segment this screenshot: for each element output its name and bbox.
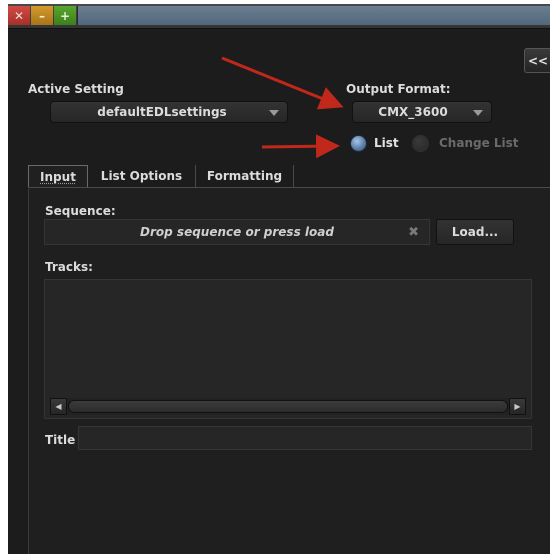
close-window-button[interactable]: ✕	[8, 6, 30, 25]
triangle-left-icon: ◀	[55, 402, 62, 411]
triangle-right-icon: ▶	[514, 402, 521, 411]
sequence-label: Sequence:	[45, 204, 116, 218]
tab-formatting[interactable]: Formatting	[196, 165, 294, 187]
tab-list-options[interactable]: List Options	[88, 165, 196, 187]
load-button[interactable]: Load...	[436, 219, 514, 245]
active-setting-label: Active Setting	[28, 82, 124, 96]
tab-formatting-label: Formatting	[206, 169, 283, 183]
title-input[interactable]	[78, 426, 532, 450]
titlebar: ✕ – +	[8, 4, 550, 29]
edl-export-window: ✕ – + << Active Setting defaultEDLsettin…	[8, 4, 550, 554]
annotation-arrow-list-radio	[261, 134, 340, 159]
tab-input[interactable]: Input	[28, 165, 88, 187]
tracks-label: Tracks:	[45, 260, 93, 274]
sequence-placeholder: Drop sequence or press load	[140, 225, 334, 239]
scroll-right-button[interactable]: ▶	[509, 398, 526, 415]
title-strip[interactable]	[77, 6, 550, 25]
tab-list-options-label: List Options	[100, 169, 183, 183]
list-radio-label: List	[374, 136, 399, 150]
output-format-label: Output Format:	[346, 82, 451, 96]
minimize-window-button[interactable]: –	[31, 6, 53, 25]
change-list-radio[interactable]	[412, 135, 429, 152]
clear-icon[interactable]: ✖	[408, 225, 419, 240]
active-setting-value: defaultEDLsettings	[97, 105, 227, 119]
minimize-icon: –	[39, 8, 45, 23]
change-list-radio-label: Change List	[439, 136, 519, 150]
active-setting-dropdown[interactable]: defaultEDLsettings	[50, 101, 288, 123]
annotation-arrow-output-format	[221, 56, 344, 110]
load-button-label: Load...	[451, 225, 499, 239]
title-label: Title	[45, 433, 76, 447]
sequence-drop-field[interactable]: Drop sequence or press load ✖	[44, 219, 430, 245]
maximize-window-button[interactable]: +	[54, 6, 76, 25]
tracks-horizontal-scrollbar[interactable]: ◀ ▶	[50, 398, 526, 415]
maximize-icon: +	[59, 8, 71, 23]
output-format-dropdown[interactable]: CMX_3600	[352, 101, 492, 123]
tab-input-label: Input	[40, 169, 76, 184]
double-chevron-left-icon: <<	[527, 53, 549, 68]
collapse-panel-button[interactable]: <<	[524, 48, 550, 73]
output-format-value: CMX_3600	[378, 105, 448, 119]
close-icon: ✕	[13, 8, 25, 23]
list-radio[interactable]	[350, 135, 367, 152]
chevron-down-icon	[269, 110, 279, 116]
scroll-thumb[interactable]	[68, 400, 508, 413]
scroll-left-button[interactable]: ◀	[50, 398, 67, 415]
chevron-down-icon	[473, 110, 483, 116]
